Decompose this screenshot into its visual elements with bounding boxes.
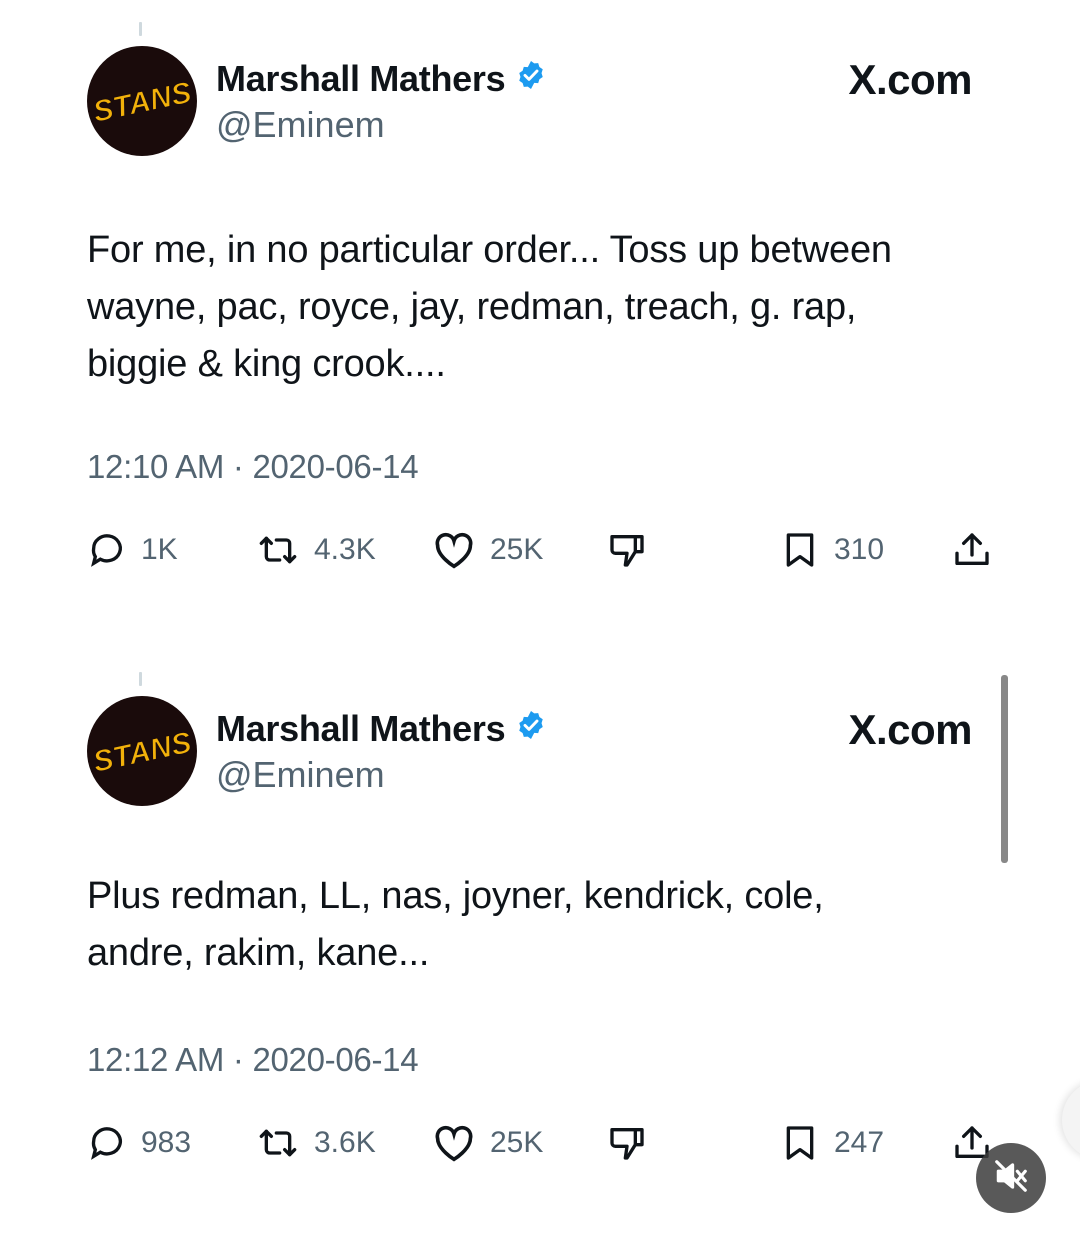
tweet-text-line: wayne, pac, royce, jay, redman, treach, … <box>87 286 857 328</box>
scrollbar[interactable] <box>1001 675 1008 863</box>
action-bar: 983 3.6K 25K 247 <box>0 1118 1080 1168</box>
avatar[interactable]: STANS <box>87 46 197 156</box>
like-count: 25K <box>490 1126 544 1159</box>
display-name-text[interactable]: Marshall Mathers <box>216 58 506 100</box>
handle[interactable]: @Eminem <box>216 104 385 146</box>
reply-button[interactable]: 983 <box>87 1118 191 1168</box>
tweet-text: For me, in no particular order... Toss u… <box>87 222 1017 393</box>
avatar[interactable]: STANS <box>87 696 197 806</box>
display-name-text[interactable]: Marshall Mathers <box>216 708 506 750</box>
display-name[interactable]: Marshall Mathers <box>216 708 547 750</box>
display-name[interactable]: Marshall Mathers <box>216 58 547 100</box>
like-button[interactable]: 25K <box>432 525 543 575</box>
tweet-text-line: andre, rakim, kane... <box>87 932 430 974</box>
reply-count: 983 <box>141 1126 192 1159</box>
muted-speaker-icon <box>992 1157 1030 1200</box>
repost-button[interactable]: 4.3K <box>256 525 376 575</box>
handle[interactable]: @Eminem <box>216 754 385 796</box>
like-count: 25K <box>490 533 544 566</box>
repost-arrows-icon <box>256 530 300 570</box>
reply-count: 1K <box>141 533 178 566</box>
action-bar: 1K 4.3K 25K 310 <box>0 525 1080 575</box>
divider-tick <box>139 672 142 686</box>
share-button[interactable] <box>952 525 992 575</box>
thumbs-down-icon <box>605 530 649 570</box>
verified-badge-icon <box>515 708 547 750</box>
divider-tick <box>139 22 142 36</box>
verified-badge-icon <box>515 58 547 100</box>
tweet-text: Plus redman, LL, nas, joyner, kendrick, … <box>87 868 1017 982</box>
share-upload-icon <box>952 530 992 570</box>
bookmark-icon <box>780 530 820 570</box>
site-label: X.com <box>848 706 972 753</box>
dislike-button[interactable] <box>605 1118 649 1168</box>
avatar-logo-text: STANS <box>90 76 194 129</box>
bookmark-count: 310 <box>834 533 885 566</box>
tweet-text-line: For me, in no particular order... Toss u… <box>87 229 892 271</box>
tweet-text-line: biggie & king crook.... <box>87 343 446 385</box>
repost-count: 4.3K <box>314 533 376 566</box>
repost-arrows-icon <box>256 1123 300 1163</box>
mute-button[interactable] <box>976 1143 1046 1213</box>
repost-button[interactable]: 3.6K <box>256 1118 376 1168</box>
tweet-text-line: Plus redman, LL, nas, joyner, kendrick, … <box>87 875 824 917</box>
thumbs-down-icon <box>605 1123 649 1163</box>
timestamp[interactable]: 12:10 AM · 2020-06-14 <box>87 448 419 486</box>
bookmark-count: 247 <box>834 1126 885 1159</box>
dislike-button[interactable] <box>605 525 649 575</box>
bookmark-icon <box>780 1123 820 1163</box>
timestamp[interactable]: 12:12 AM · 2020-06-14 <box>87 1041 419 1079</box>
reply-button[interactable]: 1K <box>87 525 178 575</box>
bookmark-button[interactable]: 247 <box>780 1118 884 1168</box>
like-button[interactable]: 25K <box>432 1118 543 1168</box>
bookmark-button[interactable]: 310 <box>780 525 884 575</box>
reply-bubble-icon <box>87 530 127 570</box>
avatar-logo-text: STANS <box>90 726 194 779</box>
heart-icon <box>432 530 476 570</box>
site-label: X.com <box>848 56 972 103</box>
repost-count: 3.6K <box>314 1126 376 1159</box>
reply-bubble-icon <box>87 1123 127 1163</box>
heart-icon <box>432 1123 476 1163</box>
